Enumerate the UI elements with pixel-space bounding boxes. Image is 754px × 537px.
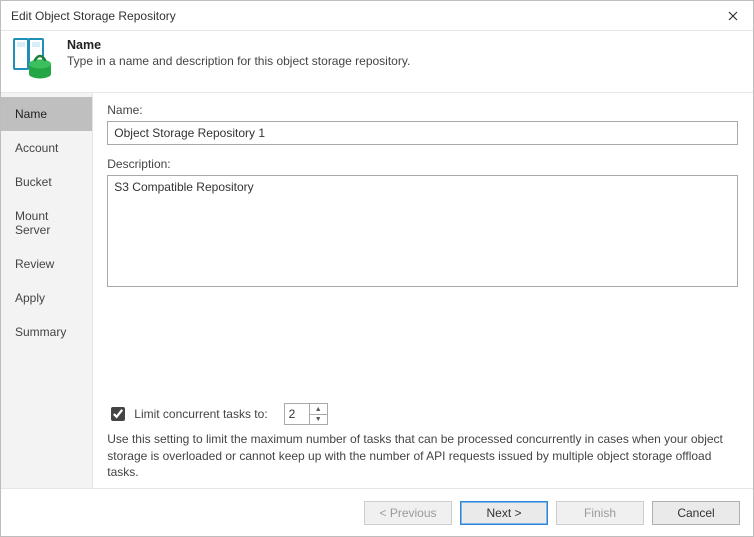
sidebar-item-label: Name	[15, 107, 47, 121]
limit-checkbox[interactable]	[111, 407, 125, 421]
content-pane: Name: Description: Limit concurrent task…	[93, 93, 753, 488]
limit-hint: Use this setting to limit the maximum nu…	[107, 431, 738, 480]
sidebar-item-label: Apply	[15, 291, 45, 305]
limit-label: Limit concurrent tasks to:	[134, 407, 267, 421]
limit-row: Limit concurrent tasks to: ▲ ▼	[107, 403, 738, 425]
finish-button: Finish	[556, 501, 644, 525]
close-icon	[728, 11, 738, 21]
wizard-sidebar: Name Account Bucket Mount Server Review …	[1, 93, 93, 488]
name-label: Name:	[107, 103, 738, 117]
cancel-button[interactable]: Cancel	[652, 501, 740, 525]
limit-value-input[interactable]	[285, 404, 309, 424]
name-input[interactable]	[107, 121, 738, 145]
limit-spinner: ▲ ▼	[284, 403, 328, 425]
description-input[interactable]	[107, 175, 738, 287]
repository-icon	[13, 38, 53, 82]
header-title: Name	[67, 38, 410, 52]
window-title: Edit Object Storage Repository	[11, 9, 176, 23]
spinner-up[interactable]: ▲	[310, 404, 327, 415]
sidebar-item-account[interactable]: Account	[1, 131, 92, 165]
sidebar-item-label: Bucket	[15, 175, 52, 189]
sidebar-item-label: Summary	[15, 325, 66, 339]
sidebar-item-summary[interactable]: Summary	[1, 315, 92, 349]
dialog-window: Edit Object Storage Repository Name Type…	[0, 0, 754, 537]
next-button[interactable]: Next >	[460, 501, 548, 525]
sidebar-item-name[interactable]: Name	[1, 97, 92, 131]
header-text: Name Type in a name and description for …	[67, 38, 410, 68]
spinner-down[interactable]: ▼	[310, 415, 327, 425]
header-band: Name Type in a name and description for …	[1, 31, 753, 93]
header-subtitle: Type in a name and description for this …	[67, 54, 410, 68]
sidebar-item-label: Review	[15, 257, 54, 271]
footer: < Previous Next > Finish Cancel	[1, 488, 753, 536]
main-area: Name Account Bucket Mount Server Review …	[1, 93, 753, 488]
spinner-arrows: ▲ ▼	[309, 404, 327, 424]
sidebar-item-review[interactable]: Review	[1, 247, 92, 281]
previous-button: < Previous	[364, 501, 452, 525]
description-label: Description:	[107, 157, 738, 171]
sidebar-item-mount-server[interactable]: Mount Server	[1, 199, 92, 247]
sidebar-item-label: Mount Server	[15, 209, 50, 237]
titlebar: Edit Object Storage Repository	[1, 1, 753, 31]
sidebar-item-label: Account	[15, 141, 58, 155]
close-button[interactable]	[713, 1, 753, 31]
sidebar-item-bucket[interactable]: Bucket	[1, 165, 92, 199]
sidebar-item-apply[interactable]: Apply	[1, 281, 92, 315]
